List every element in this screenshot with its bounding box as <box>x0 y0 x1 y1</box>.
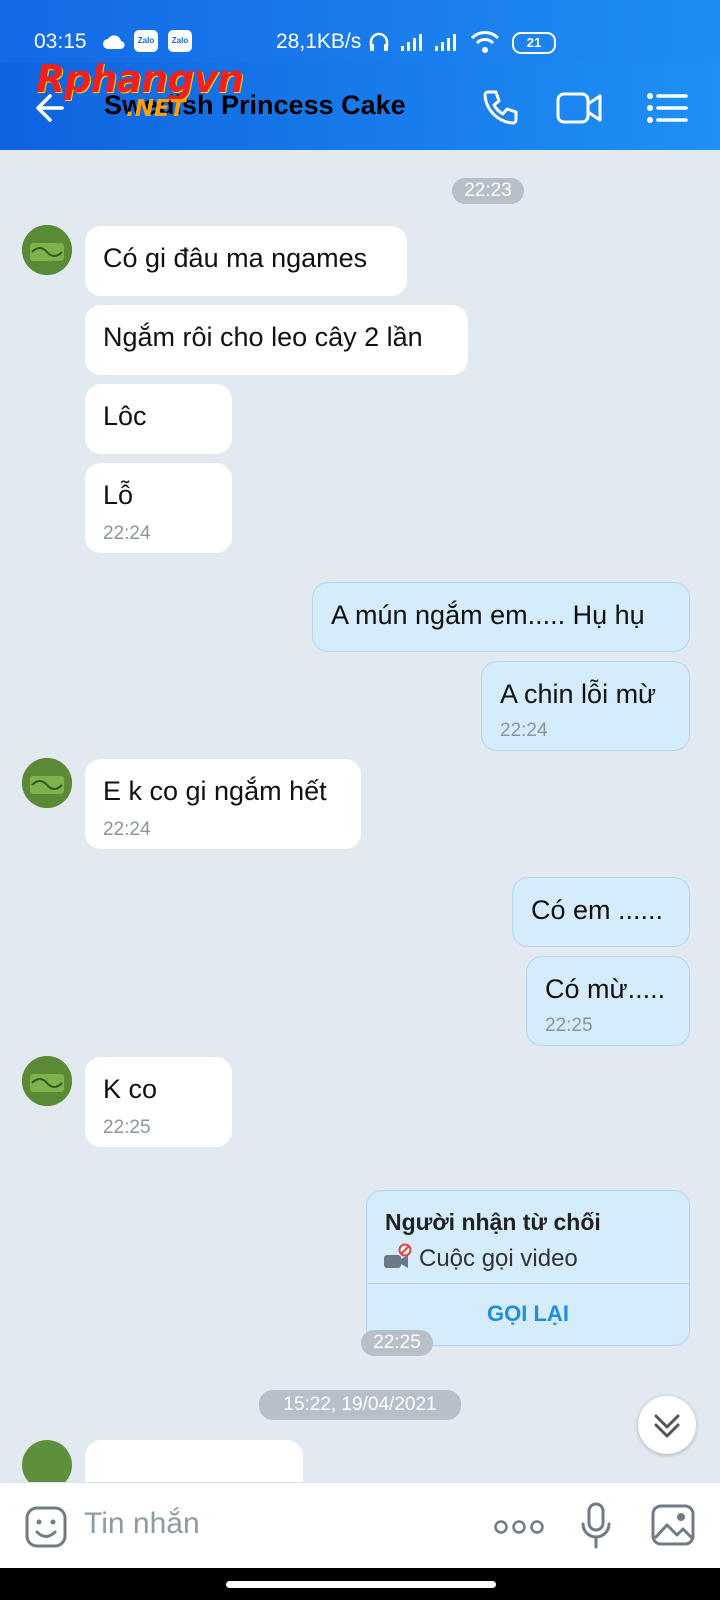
cloud-icon <box>103 35 125 50</box>
status-bar: 03:15 Zalo Zalo 28,1KB/s 21 <box>0 0 720 62</box>
outgoing-message[interactable]: A mún ngắm em..... Hụ hụ <box>312 582 690 652</box>
incoming-message[interactable]: Lỗ 22:24 <box>85 463 232 553</box>
wifi-icon <box>470 31 500 53</box>
signal-icon <box>401 34 422 51</box>
status-time: 03:15 <box>34 30 87 53</box>
image-gallery-icon[interactable] <box>650 1503 696 1547</box>
phone-call-icon[interactable] <box>476 84 524 132</box>
signal-icon <box>435 34 456 51</box>
video-call-declined-icon <box>384 1243 412 1268</box>
message-list[interactable]: 22:23 Có gi đâu ma ngames Ngắm rôi cho l… <box>0 150 720 1482</box>
call-time: 22:25 <box>361 1330 433 1356</box>
missed-video-call-card[interactable]: Người nhận từ chối Cuộc gọi video GỌI LẠ… <box>366 1190 690 1346</box>
avatar[interactable] <box>22 225 72 275</box>
avatar[interactable] <box>22 1440 72 1482</box>
outgoing-message[interactable]: Có em ...... <box>512 877 690 947</box>
headphones-icon <box>369 32 389 51</box>
incoming-message[interactable]: Có gi đâu ma ngames <box>85 226 407 296</box>
incoming-message[interactable]: K co 22:25 <box>85 1057 232 1147</box>
system-nav-bar <box>0 1568 720 1600</box>
incoming-message[interactable]: E k co gi ngắm hết 22:24 <box>85 759 361 849</box>
outgoing-message[interactable]: Có mừ..... 22:25 <box>526 956 690 1046</box>
incoming-message[interactable]: Lôc <box>85 384 232 454</box>
avatar[interactable] <box>22 758 72 808</box>
watermark-logo: Rphangvn <box>36 57 244 101</box>
incoming-message[interactable] <box>85 1440 303 1482</box>
menu-list-icon[interactable] <box>644 84 692 132</box>
network-speed: 28,1KB/s <box>276 30 362 53</box>
battery-icon: 21 <box>512 32 556 54</box>
home-gesture-bar[interactable] <box>226 1581 496 1588</box>
more-options-icon[interactable] <box>494 1517 544 1537</box>
divider <box>367 1283 689 1284</box>
call-type: Cuộc gọi video <box>419 1245 578 1272</box>
zalo-badge-icon: Zalo <box>168 30 192 52</box>
avatar[interactable] <box>22 1056 72 1106</box>
sticker-emoji-icon[interactable] <box>24 1505 68 1549</box>
call-status: Người nhận từ chối <box>385 1209 601 1235</box>
zalo-badge-icon: Zalo <box>134 30 158 52</box>
time-separator: 22:23 <box>452 178 524 204</box>
message-composer: Tin nhắn <box>0 1482 720 1569</box>
watermark-suffix: .NET <box>126 96 186 122</box>
video-call-icon[interactable] <box>556 84 604 132</box>
call-back-button[interactable]: GỌI LẠI <box>367 1301 689 1327</box>
outgoing-message[interactable]: A chin lỗi mừ 22:24 <box>481 661 690 751</box>
scroll-to-bottom-button[interactable] <box>638 1396 696 1454</box>
double-chevron-down-icon <box>654 1414 680 1438</box>
incoming-message[interactable]: Ngắm rôi cho leo cây 2 lần <box>85 305 468 375</box>
microphone-icon[interactable] <box>578 1501 614 1551</box>
date-separator: 15:22, 19/04/2021 <box>259 1390 461 1420</box>
message-input[interactable]: Tin nhắn <box>84 1507 200 1541</box>
